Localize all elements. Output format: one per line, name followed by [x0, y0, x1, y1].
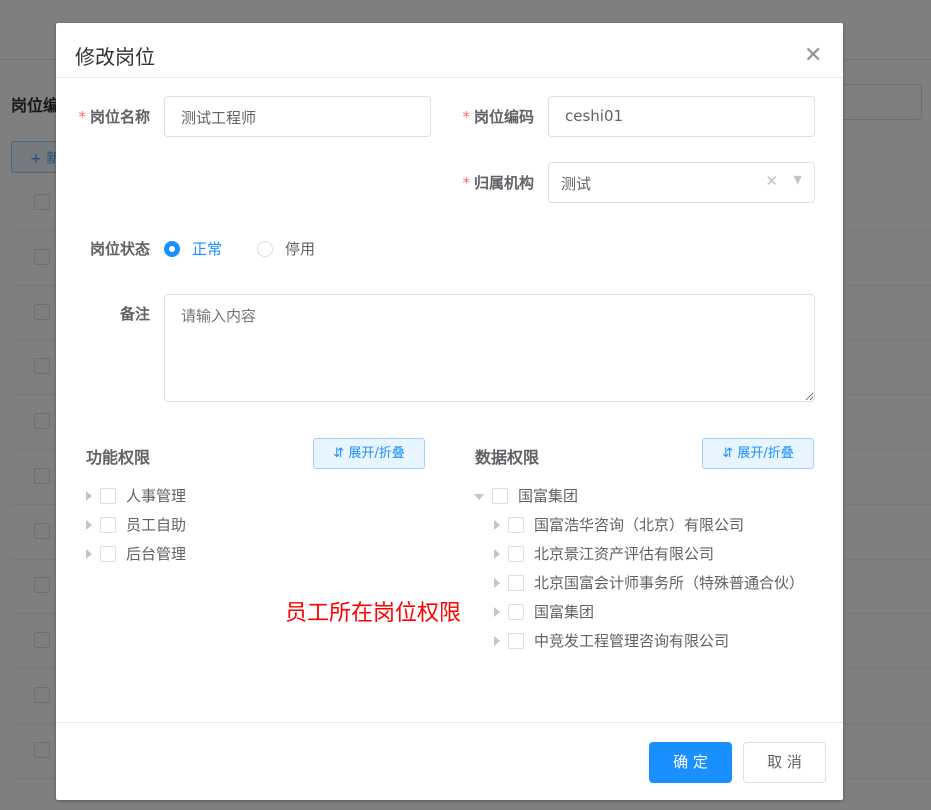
caret-down-icon[interactable] — [474, 493, 484, 500]
caret-right-icon[interactable] — [494, 577, 500, 588]
caret-right-icon[interactable] — [86, 519, 92, 530]
tree-node[interactable]: 国富浩华咨询（北京）有限公司 — [494, 510, 804, 539]
org-select-value: 测试 — [561, 175, 592, 193]
footer-divider — [56, 722, 843, 723]
function-permission-tree: 人事管理 员工自助 后台管理 — [86, 481, 186, 568]
caret-right-icon[interactable] — [494, 635, 500, 646]
dialog-title: 修改岗位 — [75, 45, 155, 69]
header-divider — [56, 77, 843, 78]
edit-post-dialog: 修改岗位 ✕ * 岗位名称 测试工程师 * 岗位编码 ceshi01 * 归属机构 测… — [56, 23, 843, 800]
post-code-input[interactable]: ceshi01 — [548, 96, 815, 137]
data-permission-title: 数据权限 — [475, 448, 540, 467]
org-select[interactable]: 测试 ✕ ▼ — [548, 162, 815, 203]
status-label: 岗位状态 — [89, 240, 150, 258]
status-radio-disabled[interactable]: 停用 — [257, 238, 315, 259]
tree-node[interactable]: 人事管理 — [86, 481, 186, 510]
caret-down-icon[interactable]: ▼ — [794, 173, 802, 186]
tree-node[interactable]: 北京景江资产评估有限公司 — [494, 539, 804, 568]
tree-checkbox[interactable] — [492, 487, 508, 504]
tree-node[interactable]: 后台管理 — [86, 539, 186, 568]
sort-icon: ⇵ — [333, 446, 345, 461]
remark-textarea[interactable] — [164, 294, 815, 402]
tree-checkbox[interactable] — [508, 574, 524, 591]
tree-checkbox[interactable] — [100, 487, 116, 504]
confirm-button[interactable]: 确 定 — [649, 742, 732, 783]
sort-icon: ⇵ — [722, 446, 734, 461]
caret-right-icon[interactable] — [494, 606, 500, 617]
tree-node[interactable]: 员工自助 — [86, 510, 186, 539]
data-expand-collapse-button[interactable]: ⇵ 展开/折叠 — [702, 438, 814, 469]
tree-node[interactable]: 北京国富会计师事务所（特殊普通合伙） — [494, 568, 804, 597]
post-name-input[interactable]: 测试工程师 — [164, 96, 431, 137]
radio-unchecked-icon — [257, 240, 273, 257]
annotation-text: 员工所在岗位权限 — [285, 601, 462, 626]
code-label: * 岗位编码 — [462, 108, 534, 126]
tree-checkbox[interactable] — [508, 516, 524, 533]
tree-checkbox[interactable] — [508, 603, 524, 620]
tree-node[interactable]: 国富集团 — [494, 597, 804, 626]
clear-icon[interactable]: ✕ — [765, 172, 778, 190]
tree-node-root[interactable]: 国富集团 — [474, 481, 804, 510]
caret-right-icon[interactable] — [494, 548, 500, 559]
tree-checkbox[interactable] — [100, 516, 116, 533]
function-expand-collapse-button[interactable]: ⇵ 展开/折叠 — [313, 438, 425, 469]
caret-right-icon[interactable] — [86, 490, 92, 501]
tree-node[interactable]: 中竞发工程管理咨询有限公司 — [494, 626, 804, 655]
tree-checkbox[interactable] — [508, 545, 524, 562]
tree-checkbox[interactable] — [100, 545, 116, 562]
remark-label: 备注 — [119, 305, 150, 323]
tree-checkbox[interactable] — [508, 632, 524, 649]
caret-right-icon[interactable] — [494, 519, 500, 530]
data-permission-tree: 国富集团 国富浩华咨询（北京）有限公司 北京景江资产评估有限公司 北京国富会计师… — [474, 481, 804, 655]
name-label: * 岗位名称 — [78, 108, 150, 126]
status-radio-normal[interactable]: 正常 — [164, 238, 222, 259]
caret-right-icon[interactable] — [86, 548, 92, 559]
org-label: * 归属机构 — [462, 174, 534, 192]
cancel-button[interactable]: 取 消 — [743, 742, 826, 783]
radio-checked-icon — [164, 240, 180, 257]
close-icon[interactable]: ✕ — [804, 43, 822, 68]
function-permission-title: 功能权限 — [86, 448, 151, 467]
